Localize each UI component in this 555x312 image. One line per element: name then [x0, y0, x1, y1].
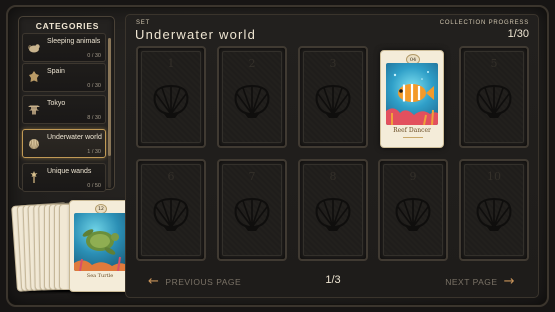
- next-page-label: NEXT PAGE: [445, 277, 498, 287]
- category-label: Spain: [47, 68, 65, 75]
- collection-progress-value: 1/30: [507, 28, 529, 40]
- slot-number: 3: [329, 57, 337, 70]
- category-unique-wands[interactable]: Unique wands 0 / 50: [22, 163, 106, 192]
- empty-card-slot[interactable]: 2: [217, 46, 287, 148]
- empty-card-slot[interactable]: 8: [298, 159, 368, 261]
- empty-card-slot[interactable]: 5: [459, 46, 529, 148]
- category-label: Tokyo: [47, 100, 66, 107]
- shell-icon: [395, 198, 431, 231]
- previous-page-button[interactable]: ← PREVIOUS PAGE: [148, 275, 241, 289]
- categories-title: CATEGORIES: [35, 21, 100, 31]
- previous-page-label: PREVIOUS PAGE: [165, 277, 242, 287]
- shell-icon: [315, 85, 351, 118]
- sleeping-animal-icon: [28, 44, 40, 53]
- category-tokyo[interactable]: Tokyo 8 / 30: [22, 95, 106, 124]
- slot-number: 1: [167, 57, 175, 70]
- categories-scrollbar-thumb[interactable]: [108, 38, 111, 156]
- category-label: Unique wands: [47, 168, 92, 175]
- owned-card-reef-dancer[interactable]: 04 Reef Dancer: [380, 50, 444, 148]
- empty-card-slot[interactable]: 1: [136, 46, 206, 148]
- category-count: 0 / 30: [87, 53, 101, 59]
- slot-number: 2: [248, 57, 256, 70]
- set-title: Underwater world: [135, 27, 257, 42]
- shell-icon: [29, 139, 39, 150]
- page-indicator: 1/3: [325, 274, 341, 286]
- shell-icon: [234, 198, 270, 231]
- slot-number: 10: [487, 170, 501, 183]
- shell-icon: [153, 85, 189, 118]
- card-stack-preview[interactable]: 12 Sea Turtle: [11, 198, 131, 298]
- wand-icon: [30, 171, 38, 183]
- slot-number: 8: [329, 170, 337, 183]
- card-ornament: [403, 137, 423, 143]
- next-page-button[interactable]: NEXT PAGE →: [445, 275, 515, 289]
- set-label: SET: [136, 20, 151, 26]
- empty-card-slot[interactable]: 6: [136, 159, 206, 261]
- clownfish-card-art: [386, 63, 438, 125]
- slot-number: 5: [490, 57, 498, 70]
- collection-progress-label: COLLECTION PROGRESS: [439, 20, 529, 26]
- category-label: Underwater world: [47, 134, 102, 141]
- card-name: Sea Turtle: [86, 273, 114, 279]
- shell-icon: [234, 85, 270, 118]
- slot-number: 6: [167, 170, 175, 183]
- category-label: Sleeping animals: [47, 38, 101, 45]
- empty-card-slot[interactable]: 7: [217, 159, 287, 261]
- tokyo-pagoda-icon: [28, 105, 40, 115]
- category-spain[interactable]: Spain 0 / 30: [22, 63, 106, 92]
- shell-icon: [153, 198, 189, 231]
- empty-card-slot[interactable]: 9: [378, 159, 448, 261]
- arrow-right-icon: →: [503, 274, 515, 289]
- category-count: 0 / 30: [87, 83, 101, 89]
- sea-turtle-card-art: [74, 213, 127, 271]
- shell-icon: [476, 85, 512, 118]
- category-count: 0 / 50: [87, 183, 101, 189]
- slot-number: 9: [409, 170, 417, 183]
- card-name: Reef Dancer: [393, 127, 431, 134]
- shell-icon: [476, 198, 512, 231]
- category-sleeping-animals[interactable]: Sleeping animals 0 / 30: [22, 33, 106, 62]
- slot-number: 7: [248, 170, 256, 183]
- preview-card: 12 Sea Turtle: [69, 200, 131, 292]
- empty-card-slot[interactable]: 10: [459, 159, 529, 261]
- shell-icon: [315, 198, 351, 231]
- arrow-left-icon: ←: [148, 274, 160, 289]
- empty-card-slot[interactable]: 3: [298, 46, 368, 148]
- category-count: 8 / 30: [87, 115, 101, 121]
- category-count: 1 / 30: [87, 149, 101, 155]
- spain-emblem-icon: [29, 71, 39, 82]
- category-underwater-world[interactable]: Underwater world 1 / 30: [22, 129, 106, 158]
